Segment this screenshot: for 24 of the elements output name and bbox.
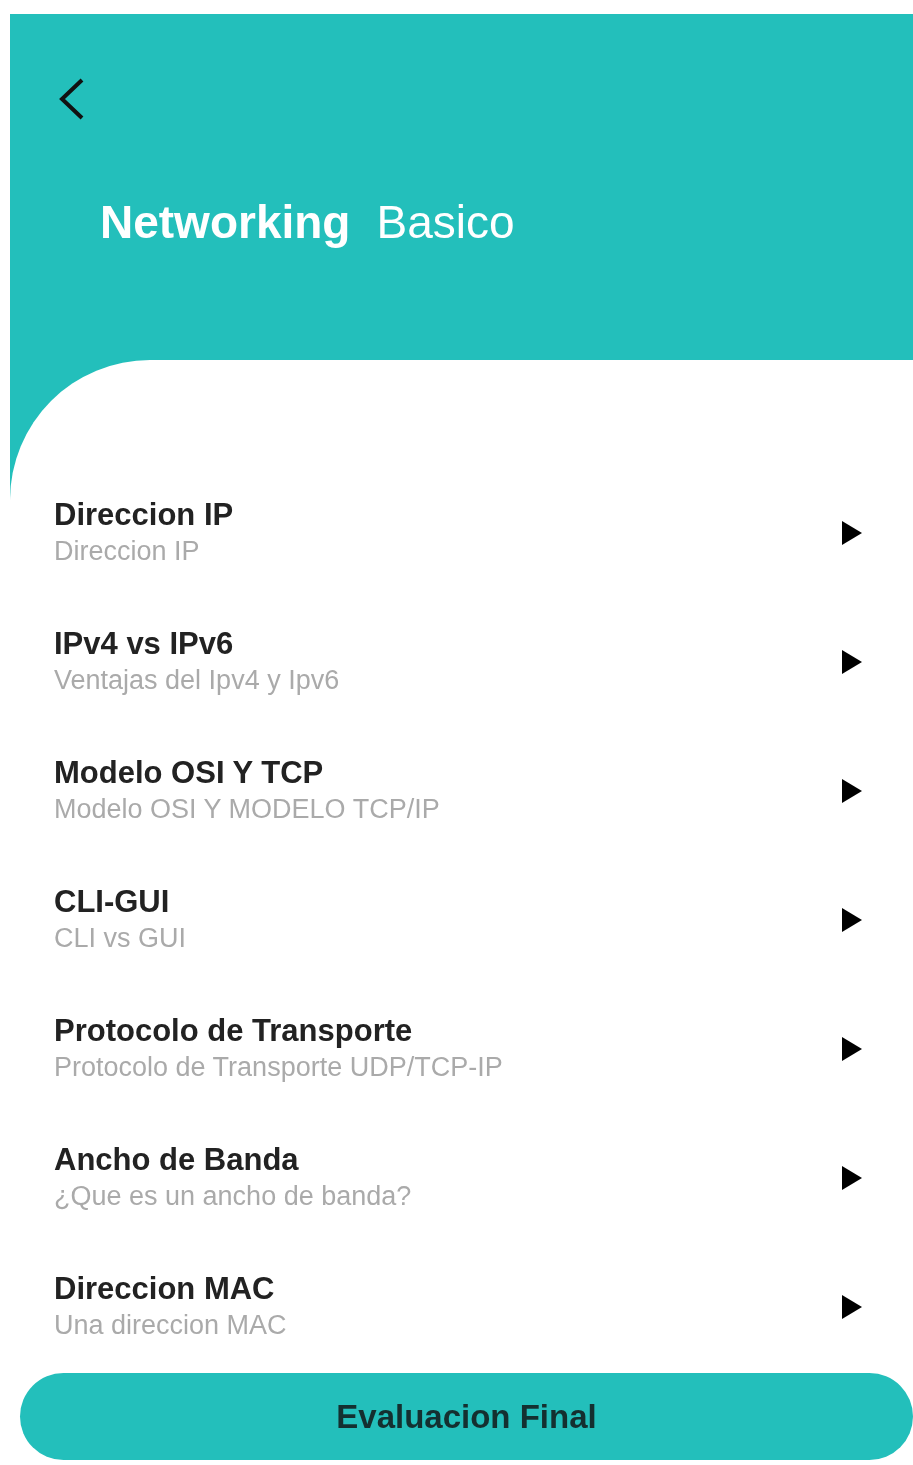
topic-title[interactable]: Modelo OSI Y TCP xyxy=(54,755,324,791)
topic-title[interactable]: CLI-GUI xyxy=(54,884,170,920)
topic-subtitle: Modelo OSI Y MODELO TCP/IP xyxy=(54,793,440,826)
topic-subtitle: ¿Que es un ancho de banda? xyxy=(54,1180,412,1213)
play-arrow-icon[interactable] xyxy=(841,1294,863,1320)
topic-title[interactable]: Protocolo de Transporte xyxy=(54,1013,413,1049)
play-arrow-icon[interactable] xyxy=(841,1165,863,1191)
play-arrow-icon[interactable] xyxy=(841,907,863,933)
topic-title[interactable]: Direccion MAC xyxy=(54,1271,275,1307)
topic-title[interactable]: IPv4 vs IPv6 xyxy=(54,626,234,662)
topic-title[interactable]: Direccion IP xyxy=(54,497,234,533)
play-arrow-icon[interactable] xyxy=(841,778,863,804)
topic-title[interactable]: Ancho de Banda xyxy=(54,1142,299,1178)
page-subtitle: Basico xyxy=(376,195,515,250)
final-evaluation-button[interactable]: Evaluacion Final xyxy=(20,1373,913,1460)
page-title: Networking xyxy=(100,195,351,250)
topic-subtitle: Ventajas del Ipv4 y Ipv6 xyxy=(54,664,340,697)
topic-subtitle: Direccion IP xyxy=(54,535,200,568)
topic-subtitle: Una direccion MAC xyxy=(54,1309,287,1342)
topic-subtitle: Protocolo de Transporte UDP/TCP-IP xyxy=(54,1051,503,1084)
play-arrow-icon[interactable] xyxy=(841,1036,863,1062)
play-arrow-icon[interactable] xyxy=(841,649,863,675)
play-arrow-icon[interactable] xyxy=(841,520,863,546)
topic-subtitle: CLI vs GUI xyxy=(54,922,187,955)
